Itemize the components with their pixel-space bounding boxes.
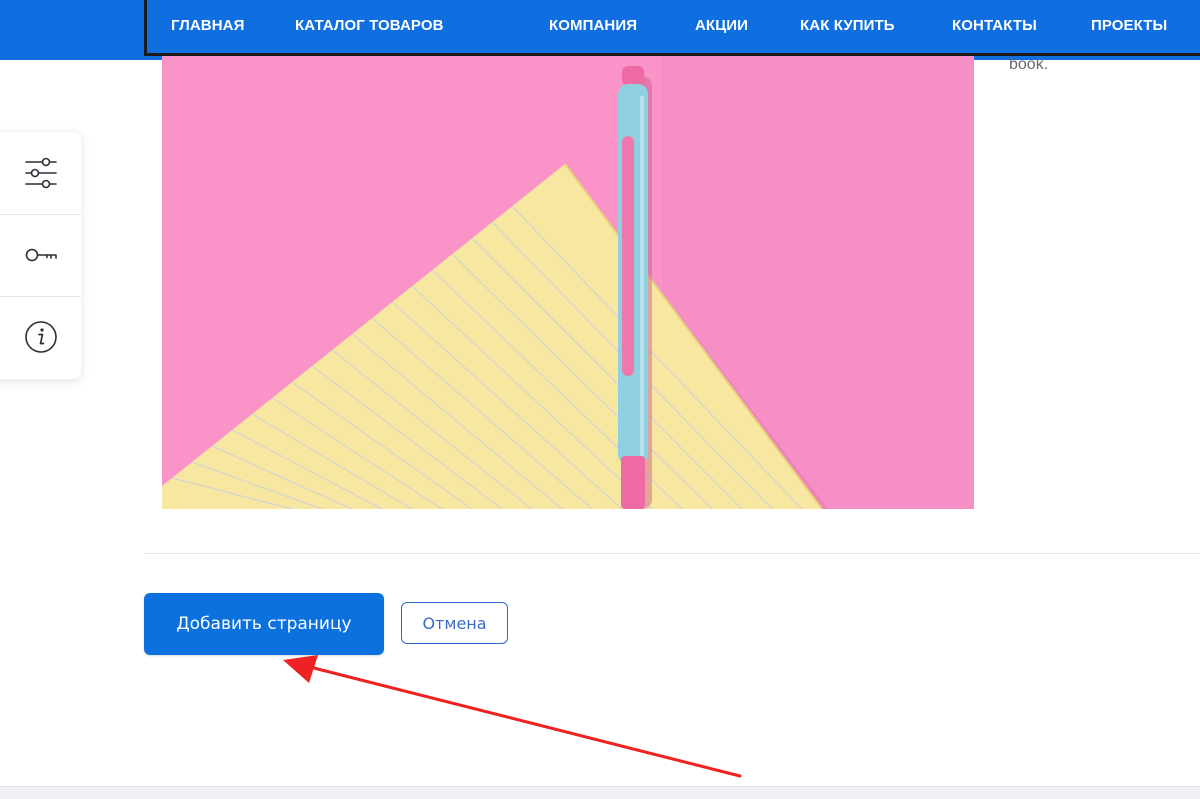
info-icon <box>24 321 57 353</box>
nav-item-promotions[interactable]: АКЦИИ <box>695 16 748 36</box>
access-tool-button[interactable] <box>0 214 81 297</box>
section-divider <box>144 553 1200 554</box>
settings-tool-button[interactable] <box>0 132 81 215</box>
key-icon <box>25 248 57 262</box>
footer-strip <box>0 786 1200 799</box>
nav-item-projects[interactable]: ПРОЕКТЫ <box>1091 16 1167 36</box>
page: ГЛАВНАЯ КАТАЛОГ ТОВАРОВ КОМПАНИЯ АКЦИИ К… <box>0 0 1200 799</box>
nav-item-home[interactable]: ГЛАВНАЯ <box>171 16 244 36</box>
cancel-button[interactable]: Отмена <box>401 602 508 644</box>
add-page-button[interactable]: Добавить страницу <box>144 593 384 655</box>
page-image <box>162 56 974 509</box>
top-navigation-bar: ГЛАВНАЯ КАТАЛОГ ТОВАРОВ КОМПАНИЯ АКЦИИ К… <box>0 0 1200 60</box>
nav-item-how-to-buy[interactable]: КАК КУПИТЬ <box>800 16 895 36</box>
body-text-fragment: book. <box>1009 56 1049 73</box>
nav-item-company[interactable]: КОМПАНИЯ <box>549 16 637 36</box>
nav-item-catalog[interactable]: КАТАЛОГ ТОВАРОВ <box>295 16 444 36</box>
info-tool-button[interactable] <box>0 296 81 378</box>
notepad-pen-illustration <box>162 56 974 509</box>
nav-item-contacts[interactable]: КОНТАКТЫ <box>952 16 1037 36</box>
side-toolbar <box>0 132 81 379</box>
sliders-icon <box>24 157 57 189</box>
